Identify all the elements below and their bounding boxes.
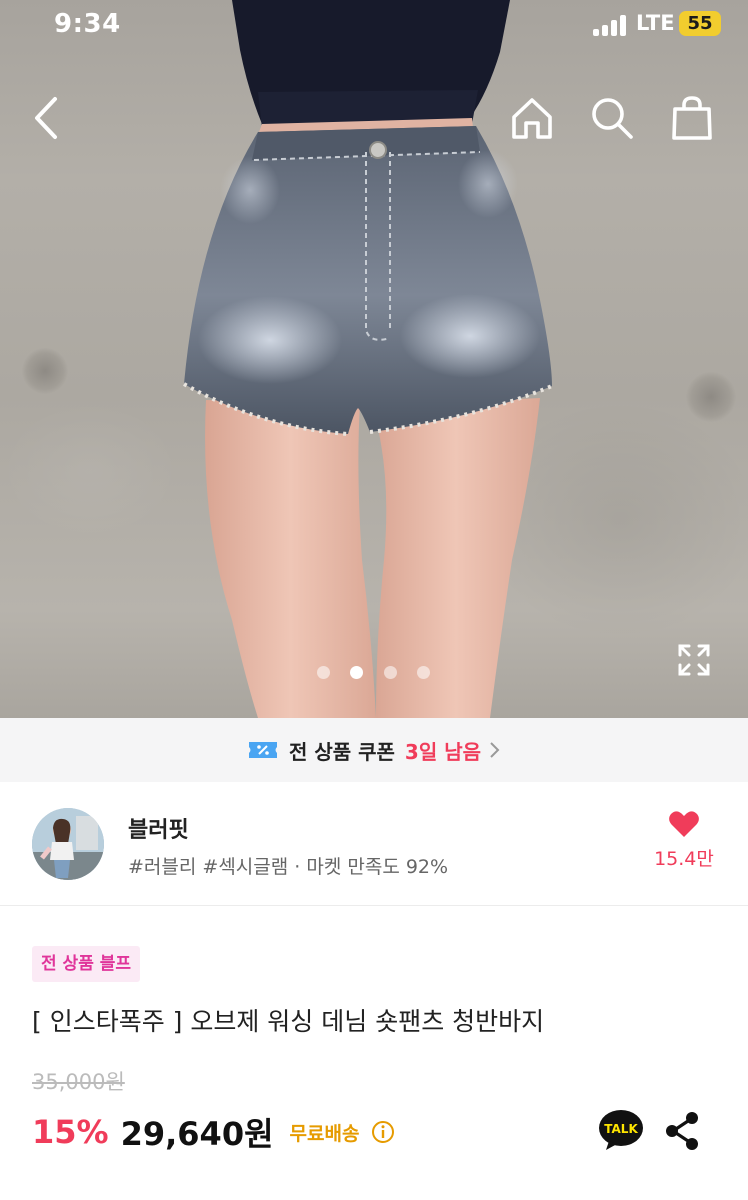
coupon-banner[interactable]: 전 상품 쿠폰 3일 남음	[0, 718, 748, 782]
search-icon	[592, 98, 633, 139]
shop-avatar-image	[32, 808, 104, 880]
chevron-right-icon	[490, 742, 500, 758]
battery-indicator: 55	[679, 11, 721, 36]
pagination-dot[interactable]	[384, 666, 397, 679]
shop-info-row: 블러핏 #러블리 #섹시글램 · 마켓 만족도 92% 15.4만	[0, 782, 748, 906]
coupon-remaining: 3일 남음	[404, 739, 482, 764]
like-count: 15.4만	[654, 848, 714, 870]
expand-icon	[678, 644, 710, 676]
shop-name[interactable]: 블러핏	[128, 812, 189, 844]
search-button[interactable]	[584, 90, 640, 146]
pagination-dot-active[interactable]	[350, 666, 363, 679]
back-button[interactable]	[18, 90, 74, 146]
shop-avatar[interactable]	[32, 808, 104, 880]
talk-label: TALK	[604, 1122, 638, 1136]
price-row: 15% 29,640원 무료배송	[32, 1108, 395, 1156]
pagination-dot[interactable]	[317, 666, 330, 679]
pagination-dot[interactable]	[417, 666, 430, 679]
kakao-talk-button[interactable]: TALK	[598, 1108, 644, 1152]
info-icon[interactable]	[371, 1120, 395, 1144]
sale-price: 29,640원	[120, 1115, 274, 1153]
original-price: 35,000원	[32, 1070, 125, 1094]
signal-icon	[593, 14, 629, 36]
heart-icon	[669, 811, 699, 837]
shop-tags: #러블리 #섹시글램 · 마켓 만족도 92%	[128, 856, 449, 878]
shipping-label: 무료배송	[289, 1122, 360, 1145]
share-icon	[666, 1112, 698, 1150]
gallery-pagination	[310, 666, 440, 680]
product-title: [ 인스타폭주 ] 오브제 워싱 데님 숏팬츠 청반바지	[32, 1007, 545, 1036]
like-button[interactable]: 15.4만	[646, 808, 722, 878]
expand-image-button[interactable]	[672, 638, 716, 682]
product-image-gallery[interactable]: 9:34 LTE 55	[0, 0, 748, 718]
home-icon	[512, 98, 552, 139]
discount-rate: 15%	[32, 1113, 109, 1151]
coupon-icon	[248, 742, 277, 758]
status-time: 9:34	[54, 9, 121, 39]
home-button[interactable]	[504, 90, 560, 146]
coupon-label: 전 상품 쿠폰	[288, 739, 395, 764]
cart-button[interactable]	[664, 90, 720, 146]
network-type: LTE	[636, 11, 675, 35]
status-bar: 9:34 LTE 55	[0, 0, 748, 50]
shopping-bag-icon	[672, 96, 712, 140]
back-arrow-icon	[35, 97, 57, 139]
promo-badge: 전 상품 블프	[32, 946, 141, 982]
share-button[interactable]	[662, 1110, 702, 1152]
